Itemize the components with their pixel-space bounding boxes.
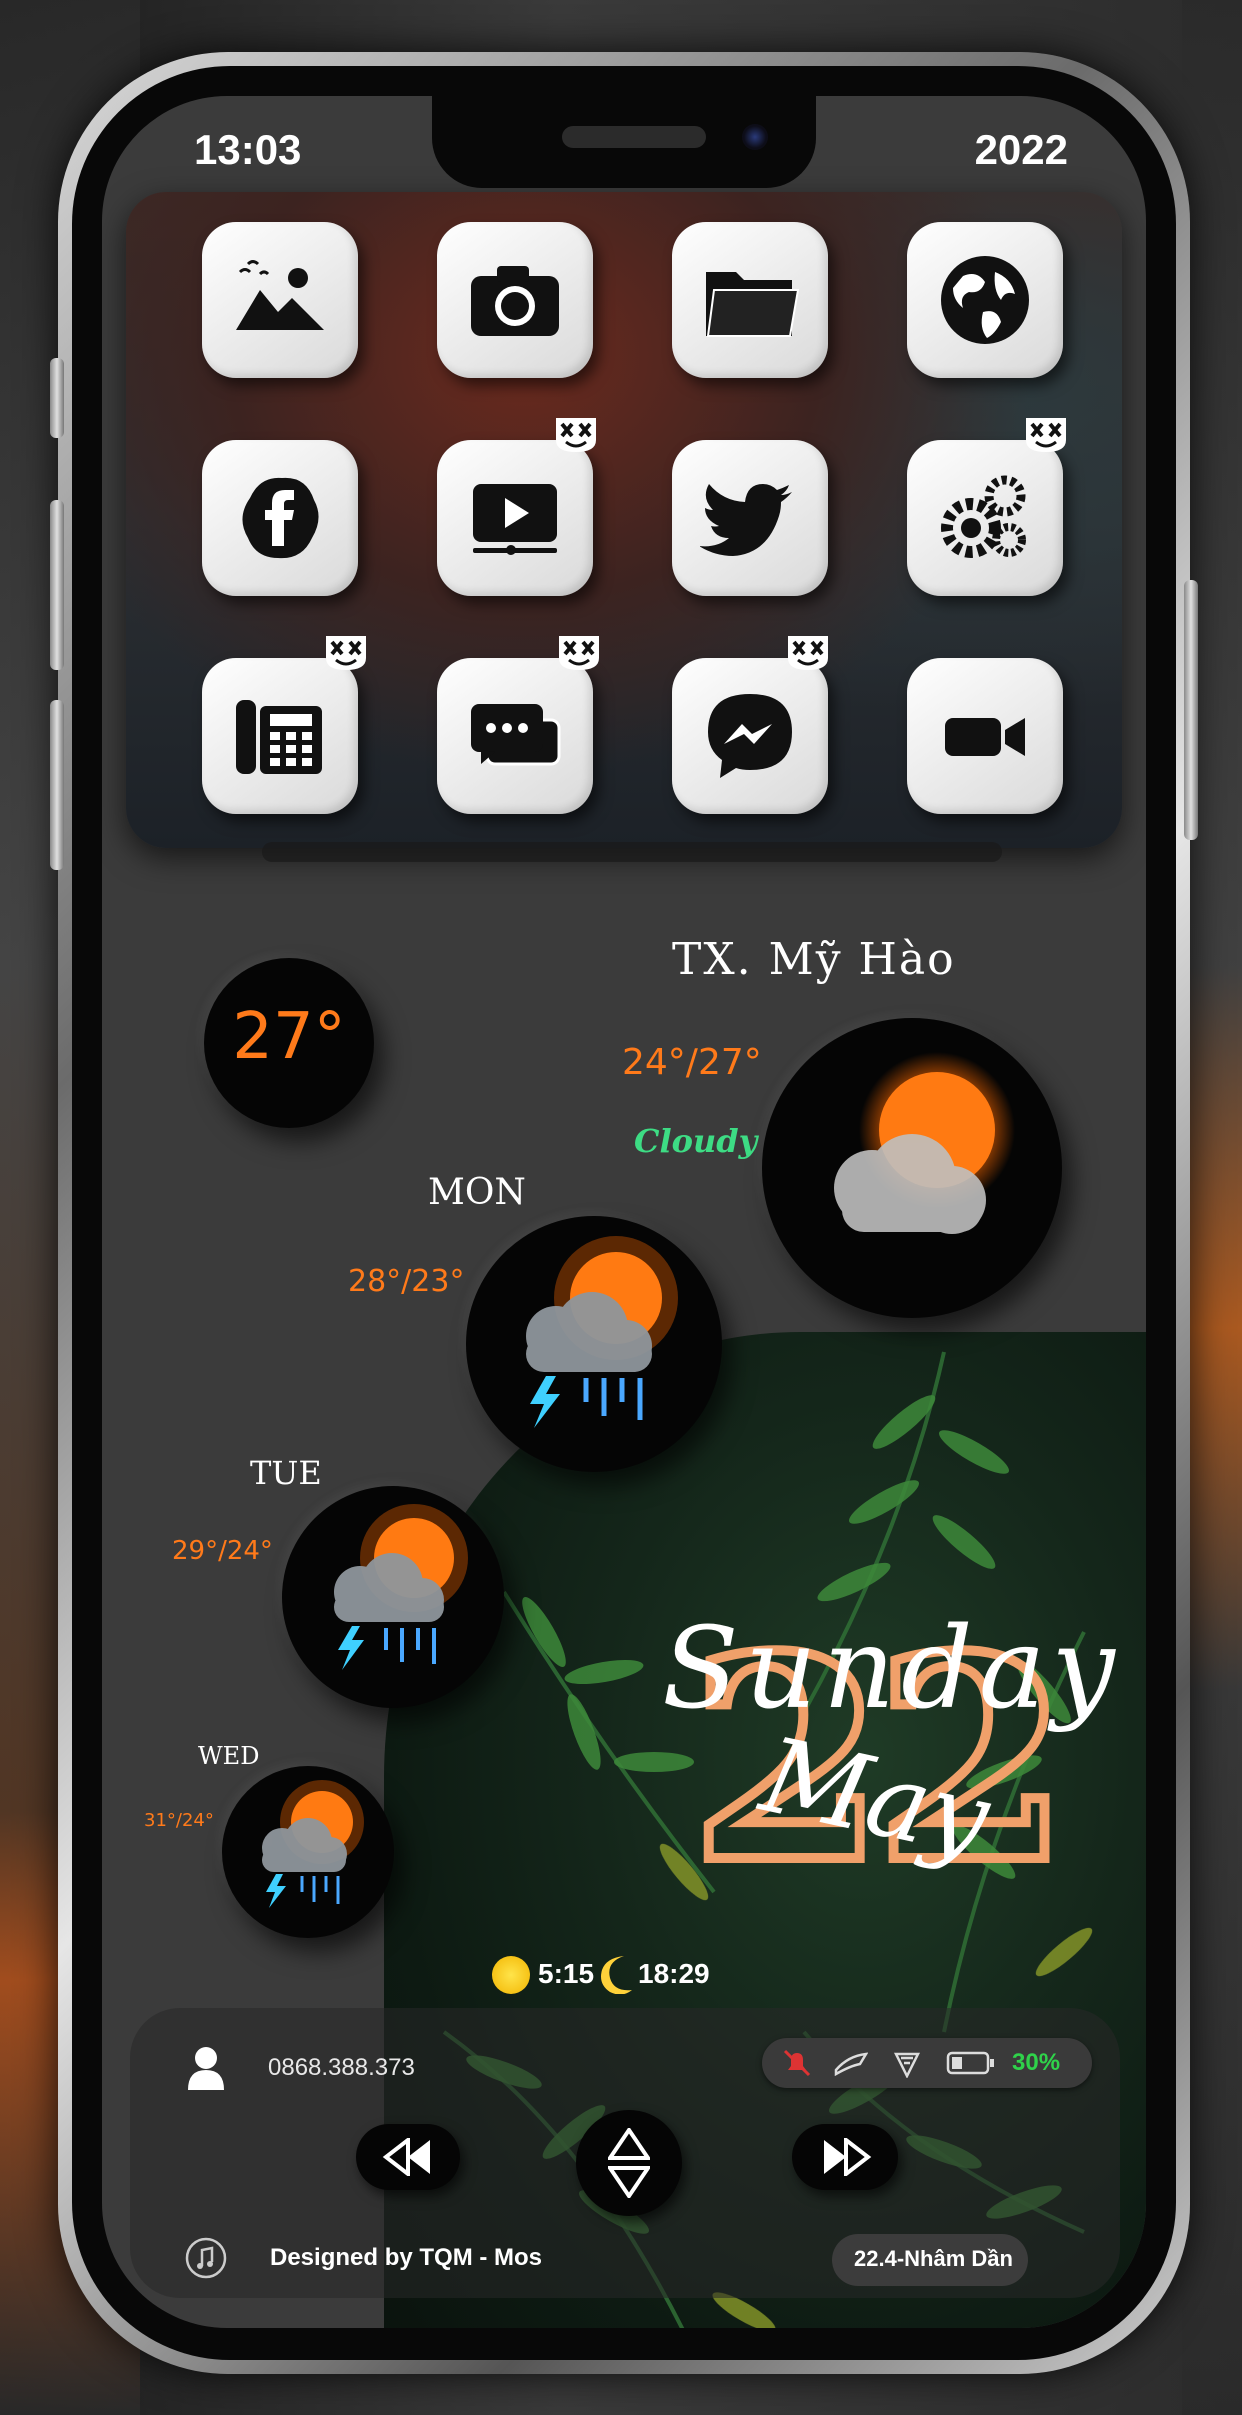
photos-app-icon[interactable] bbox=[202, 222, 358, 378]
front-camera bbox=[742, 124, 768, 150]
today-weather-orb bbox=[762, 1018, 1062, 1318]
globe-icon bbox=[941, 256, 1029, 344]
photos-icon bbox=[236, 260, 324, 330]
home-screen: 13:03 2022 22 Sunday May 27° TX. Mỹ Hào … bbox=[102, 96, 1146, 2328]
chat-bubbles-icon bbox=[471, 704, 561, 766]
youtube-app-icon[interactable] bbox=[437, 440, 593, 596]
current-temperature: 27° bbox=[232, 1000, 346, 1074]
mute-switch bbox=[50, 358, 64, 438]
power-button bbox=[1184, 580, 1198, 840]
sun-rain-thunder-icon bbox=[334, 1504, 468, 1670]
messenger-icon bbox=[708, 694, 792, 778]
fast-forward-icon bbox=[824, 2138, 872, 2176]
rewind-icon bbox=[382, 2138, 430, 2176]
device-status-pill: 30% bbox=[762, 2038, 1092, 2088]
files-app-icon[interactable] bbox=[672, 222, 828, 378]
twitter-bird-icon bbox=[700, 484, 792, 556]
battery-percent: 30% bbox=[1012, 2049, 1061, 2076]
battery-icon bbox=[946, 2051, 994, 2075]
marshmello-badge-icon bbox=[326, 636, 366, 670]
current-temp-orb: 27° bbox=[204, 958, 374, 1128]
status-time: 13:03 bbox=[194, 126, 302, 173]
today-temp-range: 24°/27° bbox=[622, 1042, 762, 1083]
youtube-icon bbox=[473, 484, 557, 555]
forecast-range-mon: 28°/23° bbox=[348, 1264, 465, 1299]
moon-icon bbox=[601, 1956, 632, 1994]
gears-icon bbox=[941, 475, 1026, 558]
browser-app-icon[interactable] bbox=[907, 222, 1063, 378]
volume-up-button bbox=[50, 500, 64, 670]
twitter-app-icon[interactable] bbox=[672, 440, 828, 596]
desk-phone-icon bbox=[236, 700, 322, 774]
designer-credit: Designed by TQM - Mos bbox=[270, 2244, 543, 2271]
facetime-app-icon[interactable] bbox=[907, 658, 1063, 814]
forecast-orb-wed bbox=[222, 1766, 394, 1938]
marshmello-badge-icon bbox=[556, 418, 596, 452]
location-name: TX. Mỹ Hào bbox=[672, 934, 956, 985]
messages-app-icon[interactable] bbox=[437, 658, 593, 814]
sunset-time: 18:29 bbox=[638, 1958, 710, 1989]
volume-down-button bbox=[50, 700, 64, 870]
date-weekday: Sunday bbox=[662, 1604, 1121, 1734]
forecast-range-tue: 29°/24° bbox=[172, 1536, 273, 1566]
wifi-icon bbox=[893, 2052, 921, 2078]
wallpaper-shadow bbox=[262, 842, 1002, 862]
lunar-date: 22.4-Nhâm Dần bbox=[854, 2246, 1013, 2271]
folder-icon bbox=[706, 272, 800, 337]
settings-app-icon[interactable] bbox=[907, 440, 1063, 596]
up-down-arrows-icon bbox=[608, 2128, 650, 2198]
lunar-date-pill: 22.4-Nhâm Dần bbox=[832, 2234, 1028, 2286]
background-blur-right bbox=[1182, 0, 1242, 2415]
facebook-app-icon[interactable] bbox=[202, 440, 358, 596]
marshmello-badge-icon bbox=[1026, 418, 1066, 452]
sun-rain-thunder-icon bbox=[262, 1780, 364, 1908]
sunrise-time: 5:15 bbox=[538, 1958, 595, 1989]
forecast-range-wed: 31°/24° bbox=[144, 1810, 214, 1831]
forecast-orb-mon bbox=[466, 1216, 722, 1472]
airplane-icon bbox=[834, 2052, 868, 2076]
messenger-app-icon[interactable] bbox=[672, 658, 828, 814]
status-year: 2022 bbox=[974, 126, 1068, 173]
facebook-icon bbox=[242, 477, 319, 559]
phone-app-icon[interactable] bbox=[202, 658, 358, 814]
weather-condition: Cloudy bbox=[634, 1122, 758, 1160]
camera-app-icon[interactable] bbox=[437, 222, 593, 378]
forecast-day-mon: MON bbox=[428, 1172, 526, 1213]
speaker-grille bbox=[562, 126, 706, 148]
contact-person-icon[interactable] bbox=[186, 2046, 226, 2092]
marshmello-badge-icon bbox=[788, 636, 828, 670]
sun-cloud-icon bbox=[834, 1052, 1015, 1234]
mute-bell-icon bbox=[783, 2049, 811, 2077]
scroll-up-down-button[interactable] bbox=[576, 2110, 682, 2216]
marshmello-badge-icon bbox=[559, 636, 599, 670]
video-camera-icon bbox=[945, 718, 1025, 756]
forecast-orb-tue bbox=[282, 1486, 504, 1708]
previous-button[interactable] bbox=[356, 2124, 460, 2190]
camera-icon bbox=[471, 266, 559, 336]
sun-rain-thunder-icon bbox=[526, 1236, 678, 1428]
contact-phone-number[interactable]: 0868.388.373 bbox=[268, 2054, 415, 2082]
next-button[interactable] bbox=[792, 2124, 898, 2190]
music-note-icon[interactable] bbox=[184, 2236, 228, 2280]
sunrise-icon bbox=[492, 1956, 530, 1994]
